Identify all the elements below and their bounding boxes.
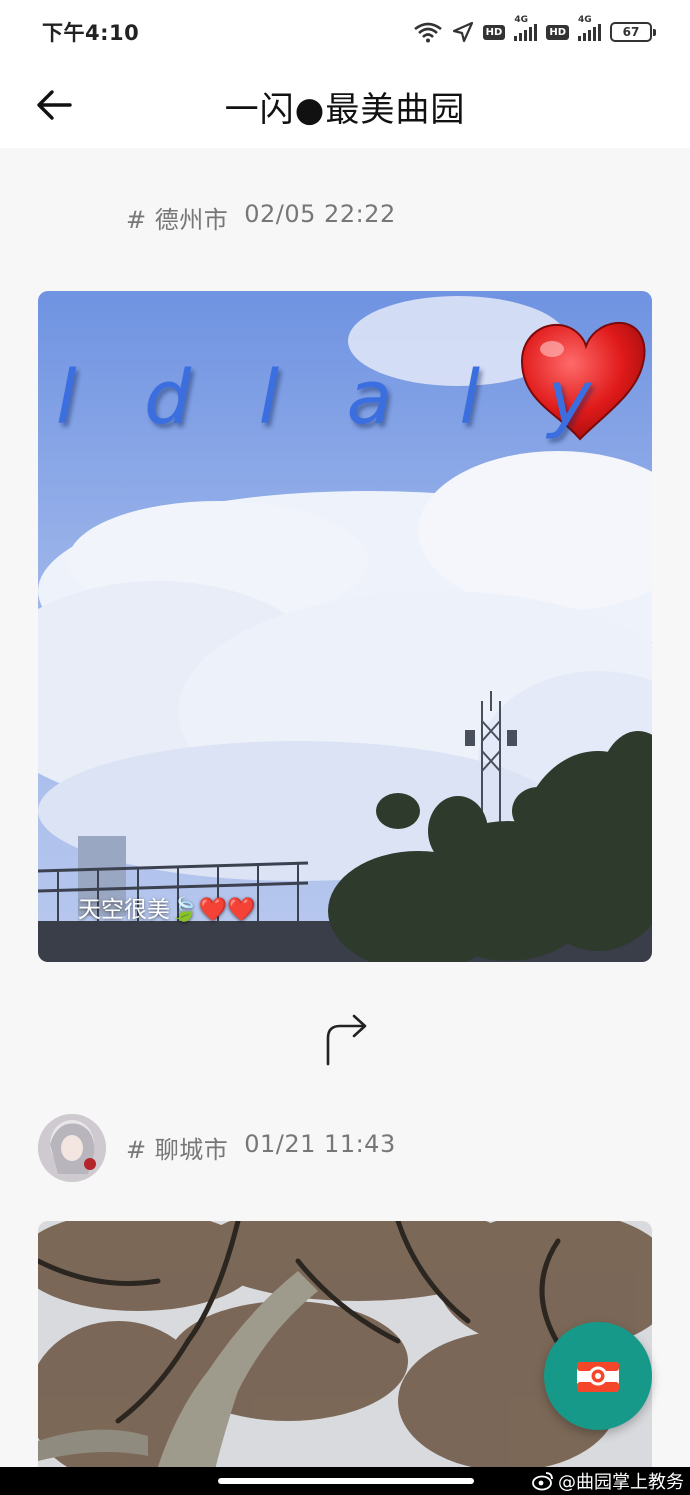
hd-badge: HD [546,24,569,40]
camera-icon [577,1362,619,1392]
signal-icon: 4G [514,15,538,41]
home-indicator[interactable] [218,1478,474,1484]
avatar[interactable] [38,1114,106,1182]
avatar-image [38,1114,106,1182]
post-meta: # 聊城市 01/21 11:43 [126,1130,396,1165]
network-label: 4G [578,15,592,25]
camera-fab-button[interactable] [544,1322,652,1430]
network-label: 4G [514,15,528,25]
share-button[interactable] [318,1008,374,1068]
feed[interactable]: # 德州市 02/05 22:22 l d l a l y 天空很美🍃❤️❤️ … [0,148,690,1468]
page-title: 一闪●最美曲园 [224,90,466,130]
battery-icon: 67 [610,22,656,42]
post-location: # 聊城市 [126,1136,229,1164]
post-location: # 德州市 [126,206,229,234]
wifi-icon [413,22,442,43]
status-time: 下午4:10 [42,21,140,45]
post-timestamp: 02/05 22:22 [244,200,396,228]
signal-icon: 4G [578,15,601,41]
photo-overlay-text: l d l a l y [56,355,614,441]
hd-badge: HD [482,24,506,40]
post-timestamp: 01/21 11:43 [244,1130,396,1158]
weibo-icon [532,1472,553,1491]
status-bar: 下午4:10 HD 4G HD 4G 67 [0,0,690,64]
post-photo[interactable]: l d l a l y 天空很美🍃❤️❤️ [38,291,652,962]
watermark: @曲园掌上教务 [532,1468,684,1494]
status-icons: HD 4G HD 4G 67 [413,15,656,43]
share-arrow-icon [326,1014,367,1066]
app-header: 一闪●最美曲园 [0,64,690,148]
watermark-text: @曲园掌上教务 [558,1472,684,1493]
battery-level: 67 [622,25,640,39]
photo-caption: 天空很美🍃❤️❤️ [78,897,256,923]
location-arrow-icon [452,21,473,43]
post-meta: # 德州市 02/05 22:22 [126,200,396,235]
